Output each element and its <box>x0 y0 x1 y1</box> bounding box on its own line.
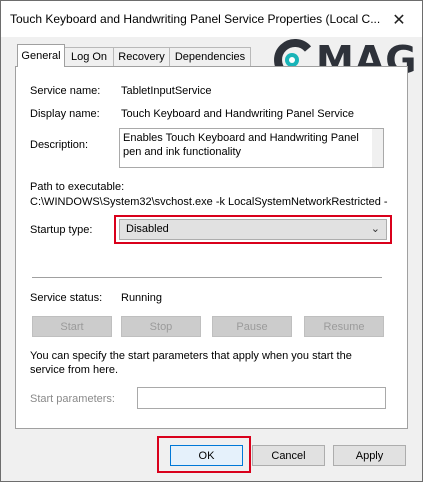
apply-button[interactable]: Apply <box>333 445 406 466</box>
cancel-button-label: Cancel <box>271 449 306 462</box>
close-button[interactable]: ✕ <box>384 7 414 33</box>
description-scrollbar[interactable] <box>372 129 383 167</box>
start-button-label: Start <box>60 320 84 333</box>
tab-dependencies-label: Dependencies <box>174 51 246 63</box>
tab-recovery[interactable]: Recovery <box>113 47 170 66</box>
resume-button-label: Resume <box>323 320 365 333</box>
start-params-label: Start parameters: <box>30 393 115 405</box>
apply-button-label: Apply <box>355 449 384 462</box>
start-button[interactable]: Start <box>32 316 112 337</box>
service-status-value: Running <box>121 292 162 304</box>
path-label: Path to executable: <box>30 181 125 193</box>
service-name-label: Service name: <box>30 85 101 97</box>
description-textarea[interactable]: Enables Touch Keyboard and Handwriting P… <box>119 128 384 168</box>
tab-log-on-label: Log On <box>70 51 108 63</box>
display-name-value: Touch Keyboard and Handwriting Panel Ser… <box>121 108 354 120</box>
cancel-button[interactable]: Cancel <box>252 445 325 466</box>
window-title: Touch Keyboard and Handwriting Panel Ser… <box>10 12 381 26</box>
service-status-label: Service status: <box>30 292 103 304</box>
pause-button[interactable]: Pause <box>212 316 292 337</box>
description-text: Enables Touch Keyboard and Handwriting P… <box>123 132 359 158</box>
pause-button-label: Pause <box>236 320 268 333</box>
startup-type-highlight <box>114 215 392 244</box>
stop-button[interactable]: Stop <box>121 316 201 337</box>
tab-general-label: General <box>21 50 61 62</box>
tab-log-on[interactable]: Log On <box>64 47 114 66</box>
description-label: Description: <box>30 139 89 151</box>
resume-button[interactable]: Resume <box>304 316 384 337</box>
tab-recovery-label: Recovery <box>118 51 165 63</box>
service-name-value: TabletInputService <box>121 85 212 97</box>
display-name-label: Display name: <box>30 108 100 120</box>
tab-general[interactable]: General <box>17 44 65 67</box>
start-params-hint: You can specify the start parameters tha… <box>30 350 352 376</box>
start-params-input[interactable] <box>137 387 386 409</box>
close-icon: ✕ <box>392 12 406 29</box>
startup-type-label: Startup type: <box>30 224 93 236</box>
tab-dependencies[interactable]: Dependencies <box>169 47 251 66</box>
title-bar[interactable]: Touch Keyboard and Handwriting Panel Ser… <box>1 1 422 37</box>
stop-button-label: Stop <box>149 320 173 333</box>
path-value: C:\WINDOWS\System32\svchost.exe -k Local… <box>30 196 388 208</box>
ok-highlight <box>157 436 251 473</box>
divider <box>32 277 382 278</box>
